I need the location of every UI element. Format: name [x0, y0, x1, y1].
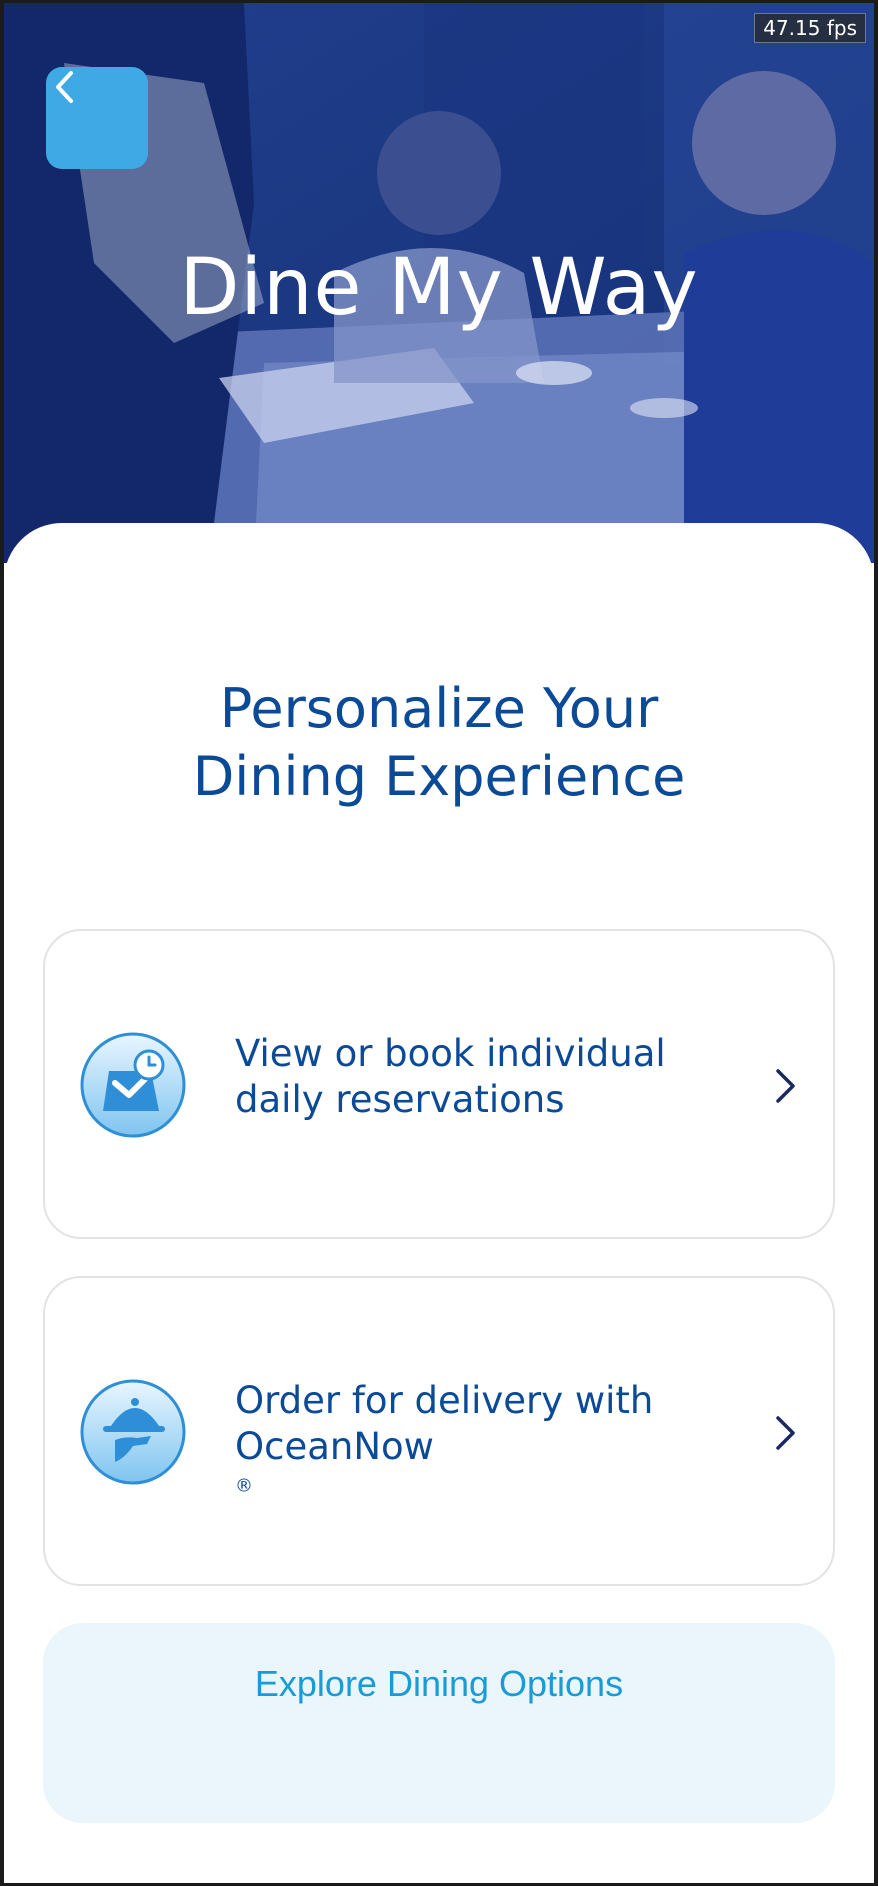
hero-banner: 47.15 fps Dine My Way — [4, 3, 874, 563]
chevron-right-icon — [776, 1416, 795, 1450]
page-title: Dine My Way — [179, 243, 699, 333]
cloche-delivery-icon — [80, 1379, 186, 1485]
section-heading-line1: Personalize Your — [219, 677, 659, 740]
section-heading-line2: Dining Experience — [192, 745, 686, 808]
chevron-left-icon — [56, 71, 73, 103]
back-button[interactable] — [46, 67, 148, 169]
reservations-option-card[interactable]: View or book individual daily reservatio… — [43, 929, 835, 1239]
fps-counter: 47.15 fps — [754, 13, 866, 43]
reservations-option-line1: View or book individual — [235, 1032, 666, 1075]
reservation-calendar-icon — [80, 1032, 186, 1138]
registered-mark: ® — [235, 1475, 253, 1497]
app-screen: 47.15 fps Dine My Way Personalize Your D… — [4, 3, 874, 1883]
oceannow-brand: OceanNow — [235, 1425, 434, 1468]
explore-dining-options-label: Explore Dining Options — [254, 1663, 624, 1704]
chevron-right-icon — [776, 1069, 795, 1103]
oceannow-option-line1: Order for delivery with — [235, 1379, 654, 1422]
explore-dining-options-button[interactable]: Explore Dining Options — [43, 1623, 835, 1823]
reservations-option-label: View or book individual daily reservatio… — [235, 1031, 735, 1123]
oceannow-option-line2: OceanNow ® — [235, 1424, 735, 1516]
oceannow-option-label: Order for delivery with OceanNow ® — [235, 1378, 735, 1516]
oceannow-option-card[interactable]: Order for delivery with OceanNow ® — [43, 1276, 835, 1586]
section-heading: Personalize Your Dining Experience — [4, 675, 874, 811]
content-sheet: Personalize Your Dining Experience View … — [4, 523, 874, 1883]
reservations-option-line2: daily reservations — [235, 1078, 565, 1121]
